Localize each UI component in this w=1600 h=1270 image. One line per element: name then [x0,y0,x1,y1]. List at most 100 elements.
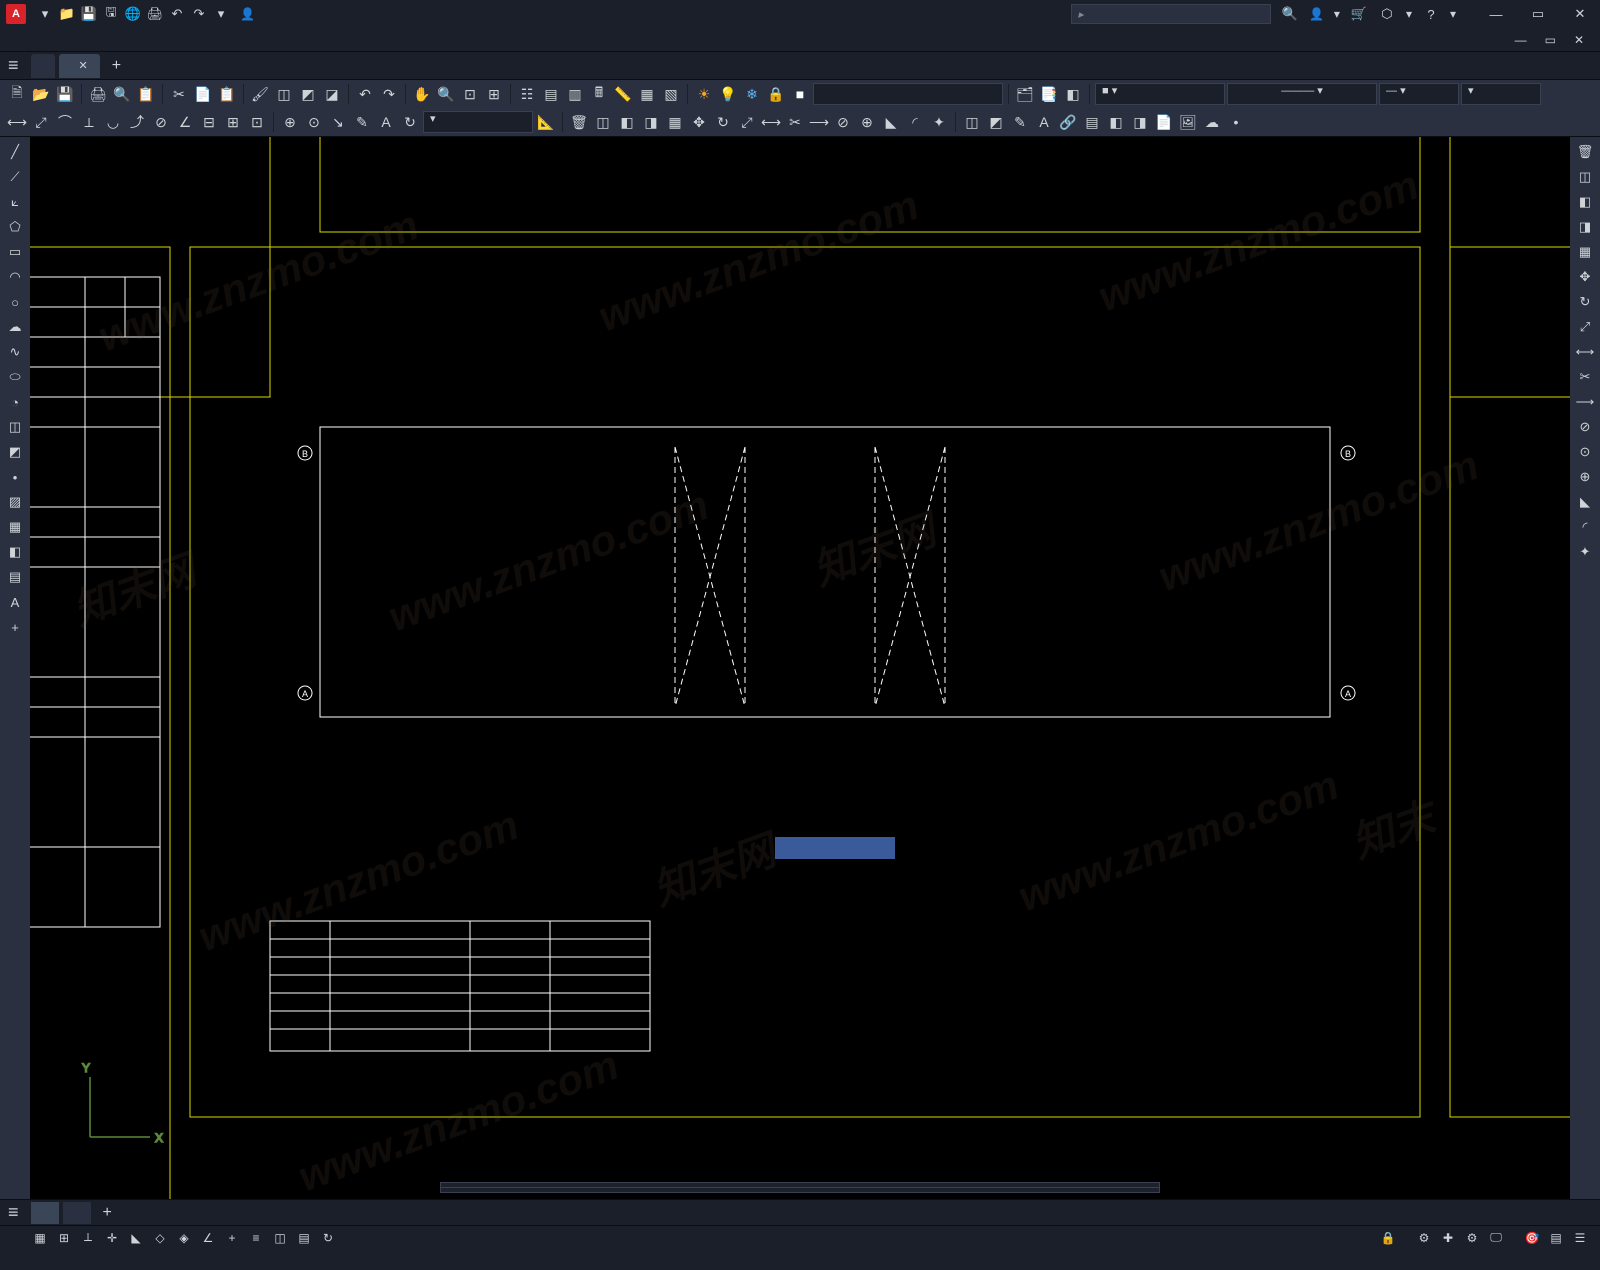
dim-rad-icon[interactable]: ◡ [102,111,124,133]
sheet-icon[interactable]: ▤ [540,83,562,105]
tol-icon[interactable]: ⊕ [279,111,301,133]
pan-icon[interactable]: ✋ [411,83,433,105]
ins-dwf-icon[interactable]: ◨ [1129,111,1151,133]
dim-arc-icon[interactable]: ⌒ [54,111,76,133]
r-mirror-icon[interactable]: ◧ [1574,191,1596,213]
dim-cont-icon[interactable]: ⊡ [246,111,268,133]
block-icon[interactable]: ◫ [273,83,295,105]
app-logo[interactable]: A [6,4,26,24]
menu-window[interactable] [188,38,204,42]
menu-dim[interactable] [134,38,150,42]
line-icon[interactable]: ╱ [4,141,26,163]
status-grid-icon[interactable]: ▦ [29,1228,51,1248]
props-icon[interactable]: ☷ [516,83,538,105]
tab-add-icon[interactable]: + [104,57,129,75]
status-iso-icon[interactable]: ◣ [125,1228,147,1248]
status-ann-icon[interactable]: ✚ [1437,1228,1459,1248]
status-3dosnap-icon[interactable]: ◈ [173,1228,195,1248]
tabs-menu-icon[interactable]: ≡ [8,55,19,76]
mtext-icon[interactable]: A [4,591,26,613]
status-quick-icon[interactable]: ▤ [1545,1228,1567,1248]
r-rotate-icon[interactable]: ↻ [1574,291,1596,313]
app-menu-dropdown-icon[interactable]: ▾ [1406,7,1412,21]
redo2-icon[interactable]: ↷ [378,83,400,105]
r-break-icon[interactable]: ⊘ [1574,416,1596,438]
dim-ord-icon[interactable]: ⟂ [78,111,100,133]
center-icon[interactable]: ⊙ [303,111,325,133]
m-explode-icon[interactable]: ✦ [928,111,950,133]
leader-icon[interactable]: ↘ [327,111,349,133]
help-search[interactable]: ▸ [1071,4,1271,24]
app-menu-icon[interactable]: ⬡ [1378,5,1396,23]
dimstyle-combo[interactable]: ▾ [423,111,533,133]
ins-cloud-icon[interactable]: ☁ [1201,111,1223,133]
doc-restore-icon[interactable]: ▭ [1537,31,1564,49]
r-copy-icon[interactable]: ◫ [1574,166,1596,188]
paste-icon[interactable]: 📋 [216,83,238,105]
dim-aligned-icon[interactable]: ⤢ [30,111,52,133]
menu-file[interactable] [8,38,24,42]
basket-icon[interactable]: 🛒 [1350,5,1368,23]
insert-icon[interactable]: ◫ [4,416,26,438]
dim-txt-icon[interactable]: A [375,111,397,133]
dim-dia-icon[interactable]: ⊘ [150,111,172,133]
m-extend-icon[interactable]: ⟶ [808,111,830,133]
r-extend-icon[interactable]: ⟶ [1574,391,1596,413]
tab-document[interactable]: ✕ [59,54,100,78]
m-scale-icon[interactable]: ⤢ [736,111,758,133]
m-join-icon[interactable]: ⊕ [856,111,878,133]
layer-state-icon[interactable]: 📑 [1038,83,1060,105]
status-target-icon[interactable]: 🎯 [1521,1228,1543,1248]
dim-quick-icon[interactable]: ⊟ [198,111,220,133]
minimize-button[interactable]: — [1476,0,1516,28]
qat-open-icon[interactable]: 📁 [58,5,76,23]
status-scale-icon[interactable]: 🔒 [1377,1228,1399,1248]
status-cycle-icon[interactable]: ↻ [317,1228,339,1248]
polygon-icon[interactable]: ⬠ [4,216,26,238]
block2-icon[interactable]: ◩ [297,83,319,105]
status-polar-icon[interactable]: ✛ [101,1228,123,1248]
r-join-icon[interactable]: ⊕ [1574,466,1596,488]
cut-icon[interactable]: ✂ [168,83,190,105]
copy-icon[interactable]: 📄 [192,83,214,105]
dim-jog-icon[interactable]: ⤴ [126,111,148,133]
undo2-icon[interactable]: ↶ [354,83,376,105]
menu-help[interactable] [206,38,222,42]
m-break-icon[interactable]: ⊘ [832,111,854,133]
layer-mgr-icon[interactable]: 🗂 [1014,83,1036,105]
dim-upd-icon[interactable]: ↻ [399,111,421,133]
new-icon[interactable]: 🗎 [6,83,28,105]
qat-dropdown-icon[interactable]: ▾ [212,5,230,23]
command-line[interactable] [440,1182,1160,1193]
spline-icon[interactable]: ∿ [4,341,26,363]
open-icon[interactable]: 📂 [30,83,52,105]
revcloud-icon[interactable]: ☁ [4,316,26,338]
m-copy-icon[interactable]: ◫ [592,111,614,133]
layer-iso-icon[interactable]: ◧ [1062,83,1084,105]
tab-layout1[interactable] [63,1202,91,1224]
menu-edit[interactable] [26,38,42,42]
status-ortho-icon[interactable]: ⟂ [77,1228,99,1248]
preview-icon[interactable]: 🔍 [111,83,133,105]
publish-icon[interactable]: 📋 [135,83,157,105]
signin-button[interactable]: 👤 [1309,7,1324,21]
close-button[interactable]: ✕ [1560,0,1600,28]
r-erase-icon[interactable]: 🗑 [1574,141,1596,163]
m-stretch-icon[interactable]: ⟷ [760,111,782,133]
calc-icon[interactable]: 🖩 [588,83,610,105]
ins-pdf-icon[interactable]: 📄 [1153,111,1175,133]
status-gear-icon[interactable]: ⚙ [1413,1228,1435,1248]
print-icon[interactable]: 🖨 [87,83,109,105]
qat-redo-icon[interactable]: ↷ [190,5,208,23]
m-move-icon[interactable]: ✥ [688,111,710,133]
ins-field-icon[interactable]: ▤ [1081,111,1103,133]
menu-param[interactable] [170,38,186,42]
r-move-icon[interactable]: ✥ [1574,266,1596,288]
colorbox-icon[interactable]: ■ [789,83,811,105]
m-mirror-icon[interactable]: ◧ [616,111,638,133]
menu-format[interactable] [80,38,96,42]
r-scale-icon[interactable]: ⤢ [1574,316,1596,338]
makeblock-icon[interactable]: ◩ [4,441,26,463]
status-snap-icon[interactable]: ⊞ [53,1228,75,1248]
ins-ole-icon[interactable]: ◧ [1105,111,1127,133]
